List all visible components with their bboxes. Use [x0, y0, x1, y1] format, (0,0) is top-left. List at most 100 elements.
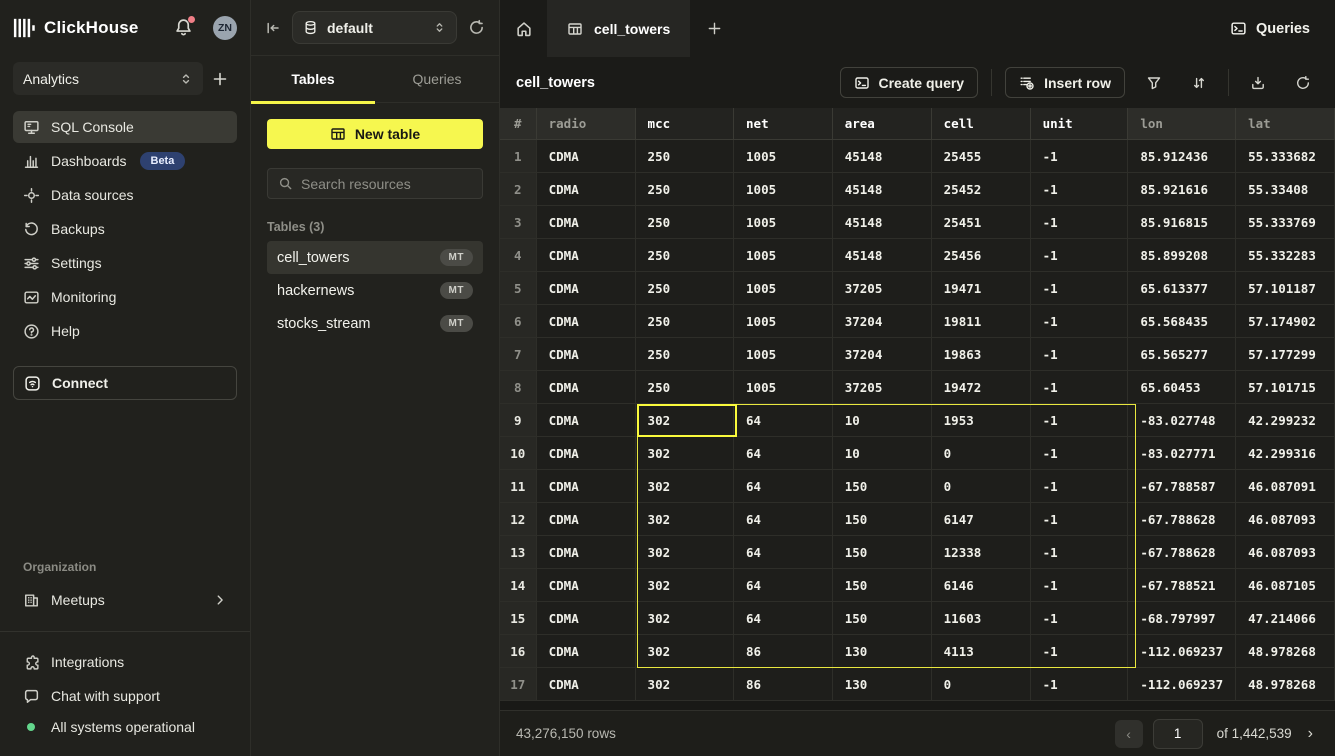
grid-cell[interactable]: CDMA — [537, 239, 636, 272]
column-header-mcc[interactable]: mcc — [636, 108, 734, 140]
grid-cell[interactable]: CDMA — [537, 272, 636, 305]
new-table-button[interactable]: New table — [267, 119, 483, 149]
sort-button[interactable] — [1183, 67, 1215, 99]
grid-cell[interactable]: 64 — [734, 569, 833, 602]
grid-cell[interactable]: 47.214066 — [1236, 602, 1335, 635]
grid-cell[interactable]: CDMA — [537, 470, 636, 503]
grid-cell[interactable]: 57.101715 — [1236, 371, 1335, 404]
grid-cell[interactable]: CDMA — [537, 338, 636, 371]
grid-cell[interactable]: CDMA — [537, 635, 636, 668]
grid-cell[interactable]: CDMA — [537, 503, 636, 536]
column-header-index[interactable]: # — [500, 108, 537, 140]
grid-cell[interactable]: 55.33408 — [1236, 173, 1335, 206]
grid-cell[interactable]: 10 — [833, 437, 932, 470]
grid-cell[interactable]: 57.101187 — [1236, 272, 1335, 305]
grid-cell[interactable]: -83.027748 — [1128, 404, 1236, 437]
grid-cell[interactable]: 130 — [833, 668, 932, 701]
grid-cell[interactable]: -1 — [1031, 437, 1129, 470]
download-button[interactable] — [1242, 67, 1274, 99]
sidebar-item-data-sources[interactable]: Data sources — [13, 179, 237, 211]
grid-cell[interactable]: 1005 — [734, 140, 833, 173]
grid-cell[interactable]: 302 — [636, 503, 734, 536]
grid-cell[interactable]: -83.027771 — [1128, 437, 1236, 470]
grid-cell[interactable]: 1005 — [734, 206, 833, 239]
grid-cell[interactable]: CDMA — [537, 536, 636, 569]
grid-cell[interactable]: 48.978268 — [1236, 668, 1335, 701]
grid-cell[interactable]: 19472 — [932, 371, 1031, 404]
panel-tab-queries[interactable]: Queries — [375, 56, 499, 102]
grid-cell[interactable]: 46.087093 — [1236, 536, 1335, 569]
grid-cell[interactable]: 25452 — [932, 173, 1031, 206]
grid-cell[interactable]: 64 — [734, 437, 833, 470]
grid-cell[interactable]: 12338 — [932, 536, 1031, 569]
grid-cell[interactable]: 57.177299 — [1236, 338, 1335, 371]
add-workspace-button[interactable] — [203, 71, 237, 87]
row-number[interactable]: 14 — [500, 569, 537, 602]
grid-cell[interactable]: 150 — [833, 503, 932, 536]
row-number[interactable]: 16 — [500, 635, 537, 668]
sidebar-item-integrations[interactable]: Integrations — [13, 646, 237, 678]
grid-cell[interactable]: 0 — [932, 668, 1031, 701]
grid-cell[interactable]: CDMA — [537, 371, 636, 404]
grid-cell[interactable]: 46.087091 — [1236, 470, 1335, 503]
sidebar-item-monitoring[interactable]: Monitoring — [13, 281, 237, 313]
grid-cell[interactable]: 250 — [636, 140, 734, 173]
grid-cell[interactable]: CDMA — [537, 437, 636, 470]
row-number[interactable]: 13 — [500, 536, 537, 569]
grid-cell[interactable]: -1 — [1031, 503, 1129, 536]
grid-cell[interactable]: 150 — [833, 569, 932, 602]
grid-cell[interactable]: CDMA — [537, 668, 636, 701]
grid-cell[interactable]: 250 — [636, 272, 734, 305]
connect-button[interactable]: Connect — [13, 366, 237, 400]
grid-cell[interactable]: -1 — [1031, 404, 1129, 437]
grid-cell[interactable]: 150 — [833, 536, 932, 569]
row-number[interactable]: 9 — [500, 404, 537, 437]
grid-cell[interactable]: 250 — [636, 173, 734, 206]
grid-cell[interactable]: 302 — [636, 404, 734, 437]
grid-cell[interactable]: CDMA — [537, 602, 636, 635]
grid-cell[interactable]: 64 — [734, 470, 833, 503]
refresh-resources-icon[interactable] — [468, 19, 485, 36]
workspace-selector[interactable]: Analytics — [13, 62, 203, 95]
grid-cell[interactable]: 48.978268 — [1236, 635, 1335, 668]
row-number[interactable]: 2 — [500, 173, 537, 206]
grid-cell[interactable]: 19811 — [932, 305, 1031, 338]
next-page-button[interactable]: › — [1302, 725, 1319, 743]
table-list-item-hackernews[interactable]: hackernewsMT — [267, 274, 483, 307]
row-number[interactable]: 17 — [500, 668, 537, 701]
grid-cell[interactable]: 1005 — [734, 173, 833, 206]
grid-cell[interactable]: 37205 — [833, 272, 932, 305]
grid-cell[interactable]: -1 — [1031, 371, 1129, 404]
grid-cell[interactable]: 250 — [636, 206, 734, 239]
grid-cell[interactable]: 64 — [734, 536, 833, 569]
grid-cell[interactable]: -68.797997 — [1128, 602, 1236, 635]
grid-cell[interactable]: 64 — [734, 503, 833, 536]
grid-cell[interactable]: 85.921616 — [1128, 173, 1236, 206]
grid-cell[interactable]: 302 — [636, 536, 734, 569]
grid-cell[interactable]: 85.899208 — [1128, 239, 1236, 272]
grid-cell[interactable]: -1 — [1031, 206, 1129, 239]
home-button[interactable] — [500, 0, 547, 57]
grid-cell[interactable]: 86 — [734, 635, 833, 668]
grid-cell[interactable]: 1005 — [734, 239, 833, 272]
grid-cell[interactable]: 1005 — [734, 338, 833, 371]
grid-cell[interactable]: -1 — [1031, 470, 1129, 503]
grid-cell[interactable]: 0 — [932, 470, 1031, 503]
grid-cell[interactable]: 55.333682 — [1236, 140, 1335, 173]
grid-cell[interactable]: 130 — [833, 635, 932, 668]
grid-cell[interactable]: 37204 — [833, 338, 932, 371]
table-list-item-cell_towers[interactable]: cell_towersMT — [267, 241, 483, 274]
refresh-table-button[interactable] — [1287, 67, 1319, 99]
grid-cell[interactable]: CDMA — [537, 305, 636, 338]
grid-cell[interactable]: 45148 — [833, 140, 932, 173]
grid-cell[interactable]: 57.174902 — [1236, 305, 1335, 338]
grid-cell[interactable]: -1 — [1031, 140, 1129, 173]
column-header-net[interactable]: net — [734, 108, 833, 140]
grid-cell[interactable]: 85.912436 — [1128, 140, 1236, 173]
collapse-panel-icon[interactable] — [265, 20, 281, 36]
grid-cell[interactable]: -1 — [1031, 173, 1129, 206]
grid-cell[interactable]: 302 — [636, 668, 734, 701]
grid-cell[interactable]: 302 — [636, 569, 734, 602]
grid-cell[interactable]: 37204 — [833, 305, 932, 338]
grid-cell[interactable]: 19471 — [932, 272, 1031, 305]
